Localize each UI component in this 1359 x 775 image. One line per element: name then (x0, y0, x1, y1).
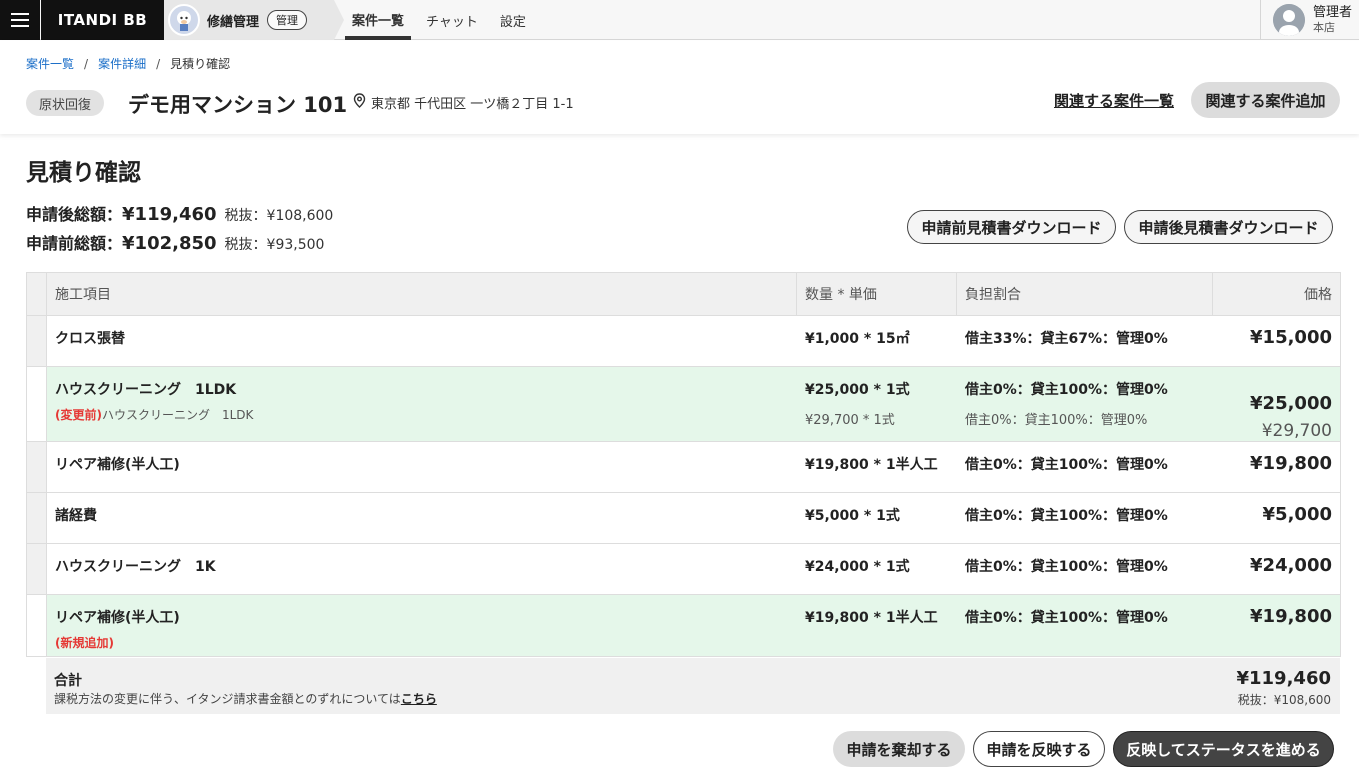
address-text: 東京都 千代田区 一ツ橋２丁目 1-1 (371, 97, 574, 112)
app-role-badge: 管理 (267, 10, 308, 30)
top-navigation-bar: ITANDI BB 修繕管理 管理 案件一覧 チャット 設定 管理者 本店 (0, 0, 1359, 40)
row-prev-item: ハウスクリーニング 1LDK (101, 408, 254, 422)
property-name: デモ用マンション 101 (128, 93, 348, 117)
summary-note: 課税方法の変更に伴う、イタンジ請求書金額とのずれについてはこちら (54, 692, 437, 706)
download-after-estimate-button[interactable]: 申請後見積書ダウンロード (1124, 210, 1333, 244)
row-price: ¥15,000 (1250, 327, 1332, 348)
case-header: 案件一覧 / 案件詳細 / 見積り確認 原状回復 デモ用マンション 101 東京… (0, 41, 1359, 134)
row-qty: ¥19,800 * 1半人工 (805, 457, 938, 473)
column-header-qty: 数量 * 単価 (797, 273, 957, 315)
total-before-tax: 税抜：¥93,500 (224, 237, 325, 253)
row-prev-ratio: 借主0%：貸主100%：管理0% (965, 413, 1148, 428)
row-qty: ¥1,000 * 15㎡ (805, 331, 910, 347)
breadcrumb: 案件一覧 / 案件詳細 / 見積り確認 (26, 55, 230, 72)
row-qty: ¥25,000 * 1式 (805, 382, 910, 398)
row-ratio: 借主0%：貸主100%：管理0% (965, 559, 1168, 575)
row-qty: ¥19,800 * 1半人工 (805, 610, 938, 626)
main-tabs: 案件一覧 チャット 設定 (345, 0, 541, 40)
table-row: リペア補修(半人工) ¥19,800 * 1半人工 借主0%：貸主100%：管理… (27, 442, 1340, 493)
column-header-ratio: 負担割合 (957, 273, 1213, 315)
row-price: ¥5,000 (1262, 504, 1332, 525)
tab-case-list[interactable]: 案件一覧 (345, 0, 412, 40)
app-name: 修繕管理 (207, 14, 260, 30)
summary-label: 合計 (54, 673, 82, 689)
tab-settings[interactable]: 設定 (493, 0, 533, 40)
download-before-estimate-button[interactable]: 申請前見積書ダウンロード (907, 210, 1116, 244)
total-before-label: 申請前総額： (26, 234, 123, 253)
row-qty: ¥5,000 * 1式 (805, 508, 900, 524)
total-after-label: 申請後総額： (26, 205, 123, 224)
apply-and-advance-status-button[interactable]: 反映してステータスを進める (1113, 731, 1334, 767)
summary-tax: 税抜：¥108,600 (1237, 693, 1331, 707)
table-row-new: リペア補修(半人工) (新規追加) ¥19,800 * 1半人工 借主0%：貸主… (27, 595, 1340, 657)
row-ratio: 借主33%：貸主67%：管理0% (965, 331, 1168, 347)
row-price: ¥24,000 (1250, 555, 1332, 576)
breadcrumb-separator: / (156, 56, 161, 71)
reject-request-button[interactable]: 申請を棄却する (833, 731, 965, 767)
tab-chat[interactable]: チャット (419, 0, 485, 40)
page-title: 見積り確認 (26, 160, 141, 186)
case-category-badge: 原状回復 (26, 90, 105, 116)
table-summary-row: 合計 課税方法の変更に伴う、イタンジ請求書金額とのずれについてはこちら ¥119… (46, 658, 1340, 714)
estimate-table: 施工項目 数量 * 単価 負担割合 価格 クロス張替 ¥1,000 * 15㎡ … (26, 272, 1341, 657)
total-after: 申請後総額： ¥119,460 税抜：¥108,600 (26, 201, 333, 230)
total-before: 申請前総額： ¥102,850 税抜：¥93,500 (26, 230, 333, 259)
row-item: 諸経費 (55, 508, 97, 524)
row-prev-qty: ¥29,700 * 1式 (805, 413, 895, 428)
row-ratio: 借主0%：貸主100%：管理0% (965, 382, 1168, 398)
change-before-label: (変更前) (55, 408, 102, 422)
row-ratio: 借主0%：貸主100%：管理0% (965, 508, 1168, 524)
row-item: クロス張替 (55, 331, 125, 347)
related-cases-list-link[interactable]: 関連する案件一覧 (1054, 90, 1174, 111)
breadcrumb-case-detail[interactable]: 案件詳細 (98, 55, 146, 72)
table-row: ハウスクリーニング 1K ¥24,000 * 1式 借主0%：貸主100%：管理… (27, 544, 1340, 595)
row-item: リペア補修(半人工) (55, 610, 180, 626)
row-prev-price: ¥29,700 (1261, 421, 1332, 441)
user-avatar-icon (1273, 4, 1305, 36)
table-row: 諸経費 ¥5,000 * 1式 借主0%：貸主100%：管理0% ¥5,000 (27, 493, 1340, 544)
estimate-totals: 申請後総額： ¥119,460 税抜：¥108,600 申請前総額： ¥102,… (26, 201, 333, 259)
total-before-amount: ¥102,850 (122, 233, 217, 254)
row-ratio: 借主0%：貸主100%：管理0% (965, 457, 1168, 473)
apply-request-button[interactable]: 申請を反映する (973, 731, 1105, 767)
row-price: ¥25,000 (1250, 393, 1332, 414)
tax-note-link[interactable]: こちら (401, 692, 437, 706)
row-qty: ¥24,000 * 1式 (805, 559, 910, 575)
alpaca-mascot-icon (168, 4, 200, 36)
breadcrumb-current: 見積り確認 (170, 57, 231, 71)
property-address: 東京都 千代田区 一ツ橋２丁目 1-1 (353, 93, 574, 112)
row-price: ¥19,800 (1250, 453, 1332, 474)
table-row: クロス張替 ¥1,000 * 15㎡ 借主33%：貸主67%：管理0% ¥15,… (27, 316, 1340, 367)
summary-total: ¥119,460 (1236, 668, 1331, 689)
user-branch: 本店 (1313, 21, 1335, 34)
user-name: 管理者 (1313, 5, 1353, 20)
column-header-item: 施工項目 (47, 273, 797, 315)
row-item: ハウスクリーニング 1K (55, 559, 216, 575)
row-ratio: 借主0%：貸主100%：管理0% (965, 610, 1168, 626)
app-switcher[interactable]: 修繕管理 管理 (164, 0, 344, 40)
row-item: ハウスクリーニング 1LDK (55, 382, 237, 398)
user-menu[interactable]: 管理者 本店 (1260, 0, 1359, 40)
total-after-tax: 税抜：¥108,600 (224, 208, 334, 224)
column-header-price: 価格 (1304, 287, 1332, 303)
table-row-changed: ハウスクリーニング 1LDK (変更前)ハウスクリーニング 1LDK ¥25,0… (27, 367, 1340, 442)
table-header-row: 施工項目 数量 * 単価 負担割合 価格 (27, 273, 1340, 316)
hamburger-menu-icon[interactable] (0, 0, 40, 40)
location-pin-icon (353, 93, 366, 112)
breadcrumb-separator: / (84, 56, 89, 71)
new-item-label: (新規追加) (55, 636, 114, 650)
row-price: ¥19,800 (1250, 606, 1332, 627)
breadcrumb-case-list[interactable]: 案件一覧 (26, 55, 74, 72)
add-related-case-button[interactable]: 関連する案件追加 (1191, 82, 1340, 118)
total-after-amount: ¥119,460 (122, 204, 217, 225)
row-item: リペア補修(半人工) (55, 457, 180, 473)
brand-logo[interactable]: ITANDI BB (41, 0, 164, 40)
